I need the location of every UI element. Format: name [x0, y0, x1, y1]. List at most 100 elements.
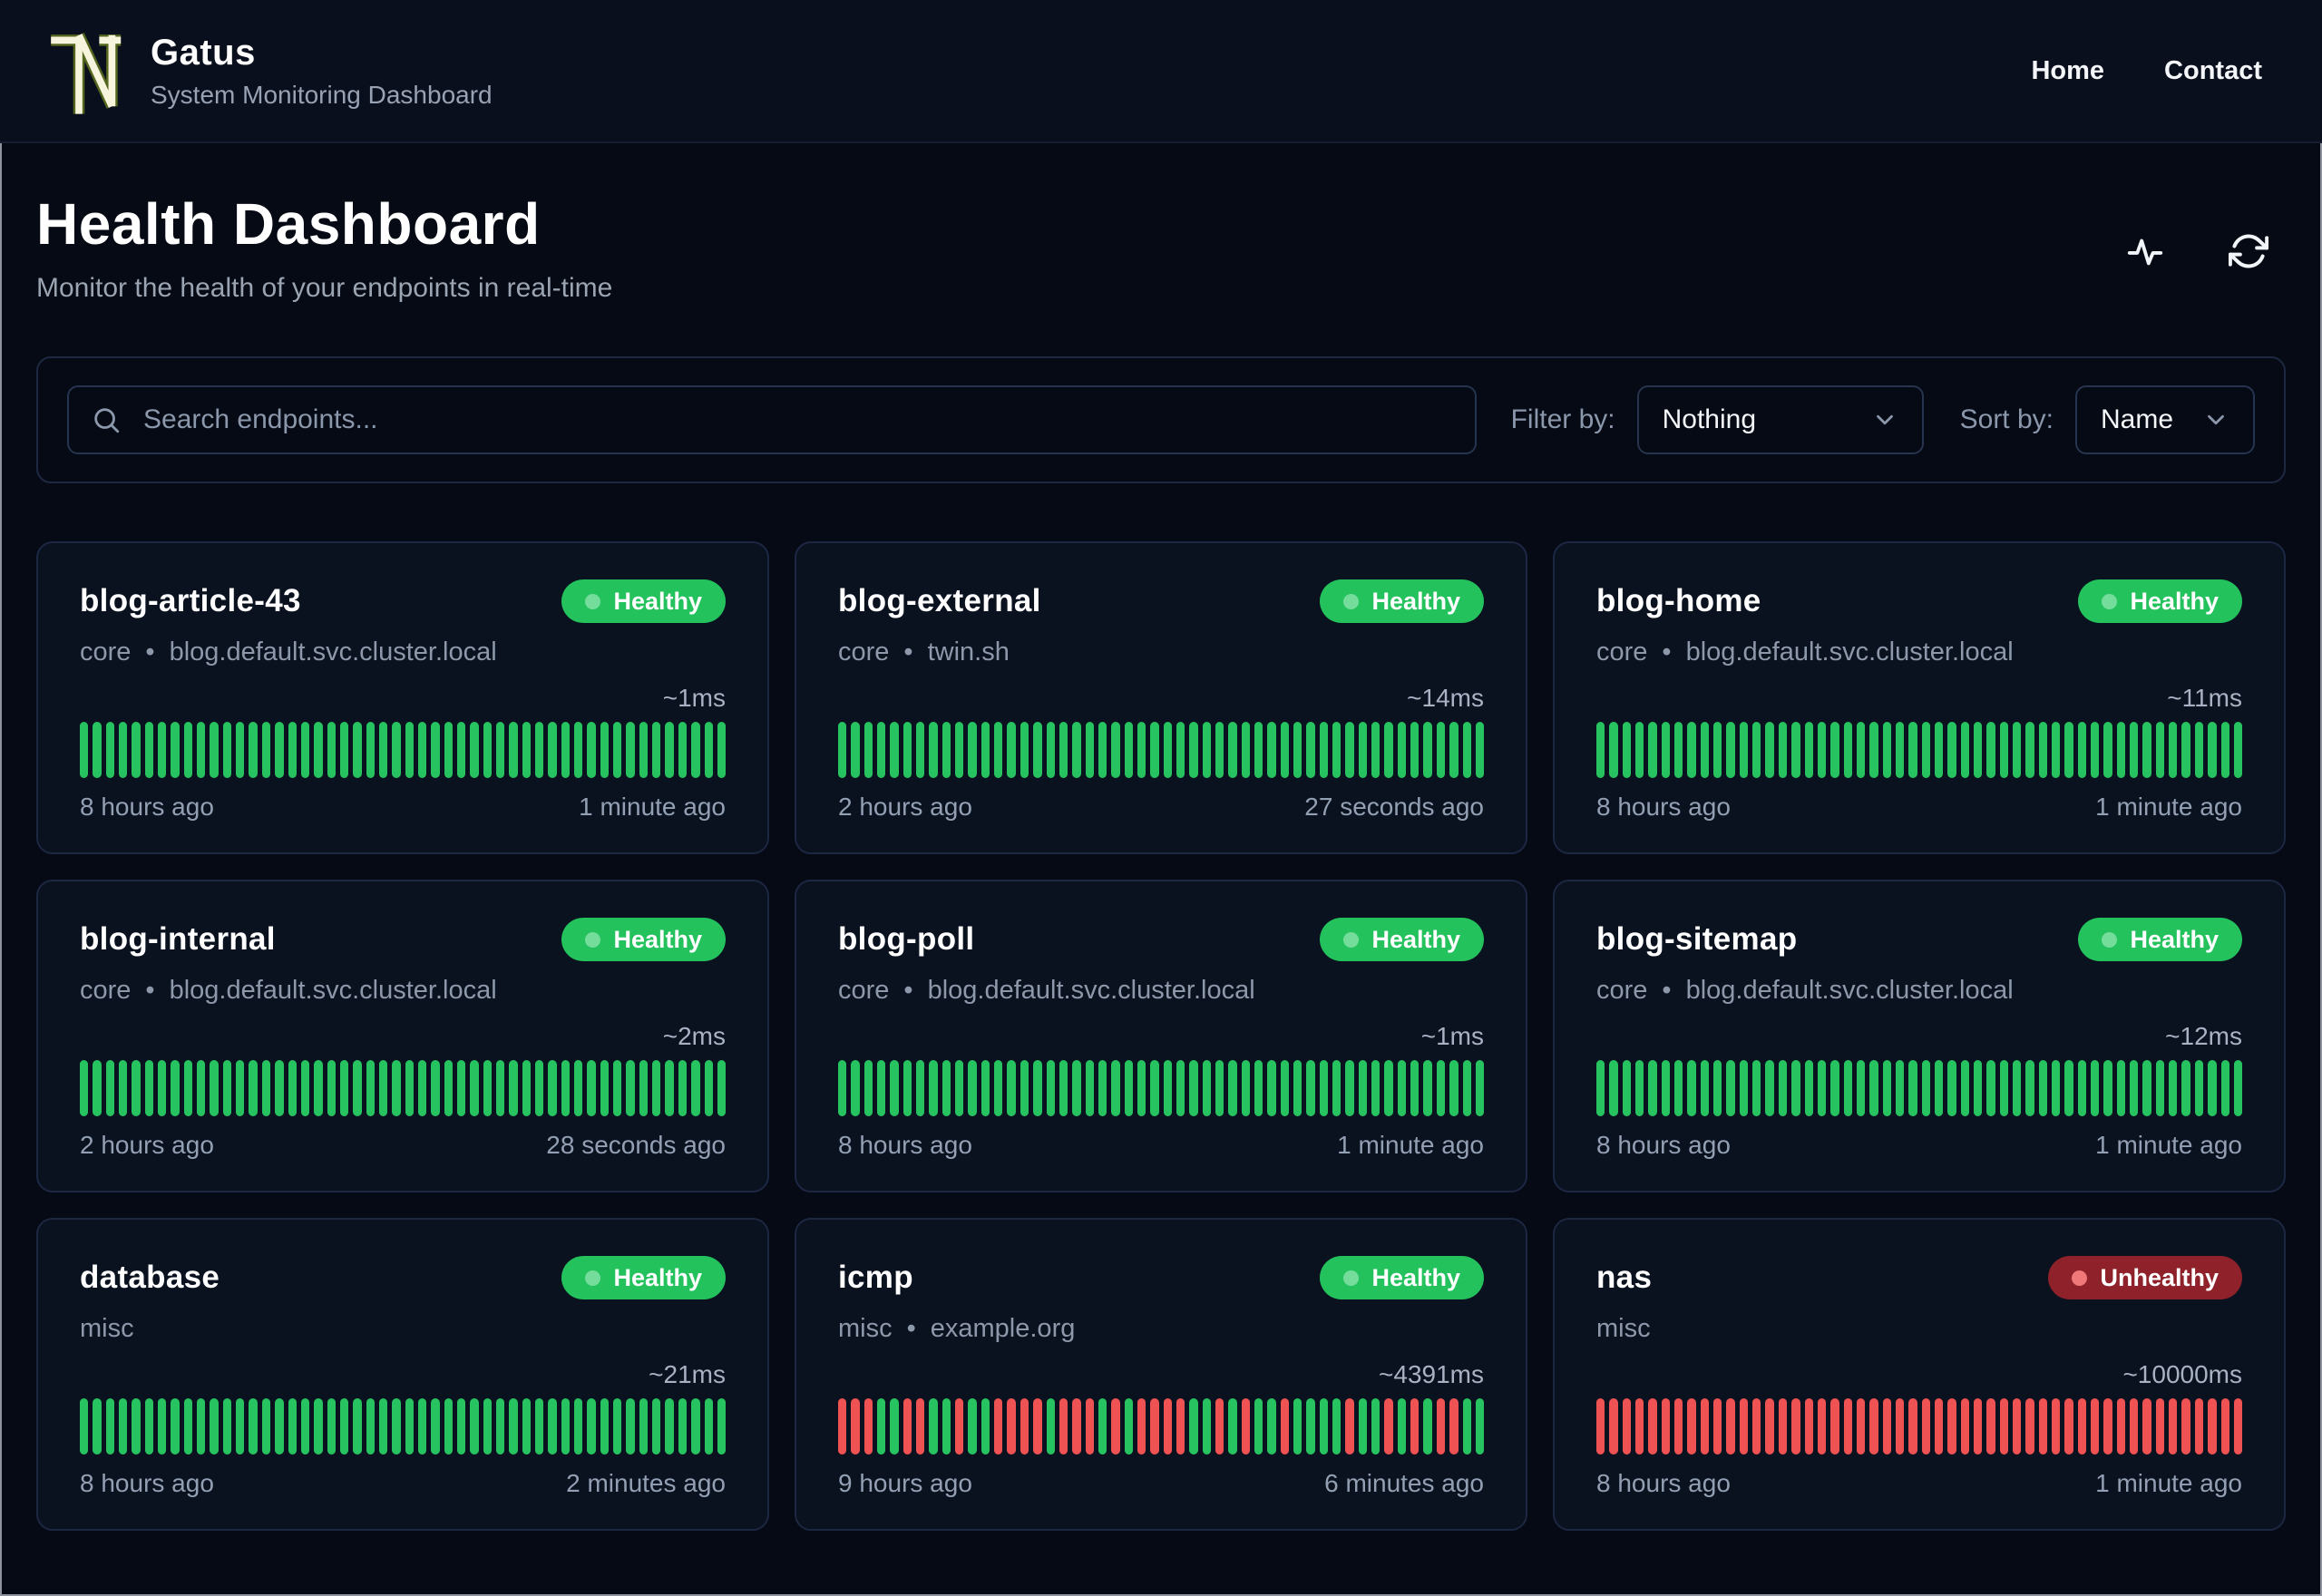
- bar-failure: [2025, 1398, 2034, 1455]
- time-range-end: 6 minutes ago: [1324, 1469, 1484, 1498]
- bar-success: [105, 1060, 115, 1117]
- bar-success: [902, 722, 912, 779]
- bar-success: [236, 1398, 245, 1455]
- bar-success: [456, 1060, 466, 1117]
- bar-success: [366, 1398, 375, 1455]
- bar-success: [1960, 722, 1969, 779]
- time-range-end: 2 minutes ago: [566, 1469, 726, 1498]
- bar-success: [1228, 1060, 1237, 1117]
- search-input[interactable]: [67, 385, 1477, 455]
- bar-success: [600, 1398, 610, 1455]
- filter-by-label: Filter by:: [1510, 404, 1615, 435]
- uptime-bars: [838, 1398, 1485, 1455]
- bar-success: [158, 1398, 167, 1455]
- bar-success: [1869, 722, 1878, 779]
- bar-success: [1033, 1060, 1042, 1117]
- bar-success: [392, 722, 401, 779]
- activity-icon[interactable]: [2124, 230, 2166, 272]
- bar-success: [587, 1398, 596, 1455]
- status-label: Healthy: [1371, 925, 1460, 953]
- time-range-start: 8 hours ago: [838, 1131, 972, 1160]
- bar-success: [548, 1060, 557, 1117]
- bar-success: [378, 1398, 388, 1455]
- bar-failure: [1596, 1398, 1605, 1455]
- bar-success: [378, 722, 388, 779]
- endpoint-card[interactable]: blog-home Healthy core • blog.default.sv…: [1553, 541, 2286, 855]
- status-badge: Healthy: [1320, 1256, 1484, 1300]
- bar-success: [2064, 1060, 2073, 1117]
- nav-link-contact[interactable]: Contact: [2164, 56, 2262, 86]
- bullet-separator: •: [145, 976, 155, 1006]
- refresh-icon[interactable]: [2228, 230, 2269, 272]
- bar-success: [2116, 1060, 2126, 1117]
- bar-success: [1176, 1060, 1185, 1117]
- bar-failure: [1072, 1398, 1081, 1455]
- bar-success: [877, 1060, 886, 1117]
- bar-success: [1635, 722, 1644, 779]
- bar-success: [249, 1060, 258, 1117]
- endpoint-card[interactable]: database Healthy misc ~21ms 8 hours ago …: [36, 1218, 769, 1532]
- bar-success: [968, 1398, 977, 1455]
- bar-failure: [1752, 1398, 1761, 1455]
- endpoint-name: icmp: [838, 1260, 913, 1296]
- bar-success: [1046, 1060, 1055, 1117]
- bar-success: [1475, 1398, 1485, 1455]
- bar-success: [210, 1060, 219, 1117]
- uptime-bars: [1596, 722, 2243, 779]
- bar-success: [1700, 1060, 1710, 1117]
- bar-success: [877, 1398, 886, 1455]
- filter-select[interactable]: Nothing: [1636, 385, 1924, 455]
- bar-success: [431, 722, 440, 779]
- bar-success: [2130, 722, 2139, 779]
- endpoint-card[interactable]: blog-poll Healthy core • blog.default.sv…: [795, 880, 1527, 1193]
- endpoint-subtitle: core • blog.default.svc.cluster.local: [1596, 637, 2242, 667]
- endpoint-card[interactable]: blog-article-43 Healthy core • blog.defa…: [36, 541, 769, 855]
- gatus-logo-icon[interactable]: [47, 24, 123, 118]
- bar-success: [261, 1398, 271, 1455]
- bar-success: [2064, 722, 2073, 779]
- bar-success: [405, 1060, 414, 1117]
- bar-success: [1189, 1398, 1198, 1455]
- status-dot-icon: [1343, 593, 1360, 609]
- endpoint-card[interactable]: blog-internal Healthy core • blog.defaul…: [36, 880, 769, 1193]
- time-range-end: 1 minute ago: [2095, 1131, 2242, 1160]
- bar-failure: [1241, 1398, 1250, 1455]
- bar-success: [548, 1398, 557, 1455]
- bar-success: [2103, 1060, 2112, 1117]
- endpoint-card[interactable]: blog-sitemap Healthy core • blog.default…: [1553, 880, 2286, 1193]
- sort-select[interactable]: Name: [2075, 385, 2255, 455]
- endpoint-card[interactable]: nas Unhealthy misc ~10000ms 8 hours ago …: [1553, 1218, 2286, 1532]
- time-range-start: 2 hours ago: [80, 1131, 214, 1160]
- bar-success: [2142, 1060, 2151, 1117]
- bar-success: [574, 1060, 583, 1117]
- bar-success: [704, 1060, 713, 1117]
- endpoint-host: twin.sh: [927, 637, 1010, 667]
- bar-success: [392, 1398, 401, 1455]
- bar-success: [704, 722, 713, 779]
- bar-success: [1622, 722, 1632, 779]
- bar-success: [1085, 722, 1094, 779]
- bar-success: [222, 1398, 232, 1455]
- endpoint-host: blog.default.svc.cluster.local: [927, 976, 1255, 1006]
- bar-success: [548, 722, 557, 779]
- bar-success: [483, 722, 492, 779]
- endpoint-latency: ~14ms: [1407, 684, 1484, 713]
- bar-success: [1973, 1060, 1983, 1117]
- bar-success: [171, 722, 180, 779]
- nav-link-home[interactable]: Home: [2031, 56, 2104, 86]
- bar-failure: [1410, 1398, 1420, 1455]
- bar-success: [1999, 722, 2008, 779]
- bar-success: [339, 1060, 349, 1117]
- endpoint-name: nas: [1596, 1260, 1653, 1296]
- bar-failure: [1384, 1398, 1393, 1455]
- endpoint-name: blog-internal: [80, 921, 276, 958]
- bar-success: [431, 1060, 440, 1117]
- endpoint-host: blog.default.svc.cluster.local: [169, 637, 497, 667]
- bar-success: [1436, 722, 1446, 779]
- time-range-end: 28 seconds ago: [546, 1131, 726, 1160]
- endpoint-card[interactable]: blog-external Healthy core • twin.sh ~14…: [795, 541, 1527, 855]
- bar-success: [1674, 722, 1683, 779]
- bar-success: [1371, 1398, 1381, 1455]
- endpoint-card[interactable]: icmp Healthy misc • example.org ~4391ms …: [795, 1218, 1527, 1532]
- toolbar: Filter by: Nothing Sort by: Name: [36, 356, 2286, 484]
